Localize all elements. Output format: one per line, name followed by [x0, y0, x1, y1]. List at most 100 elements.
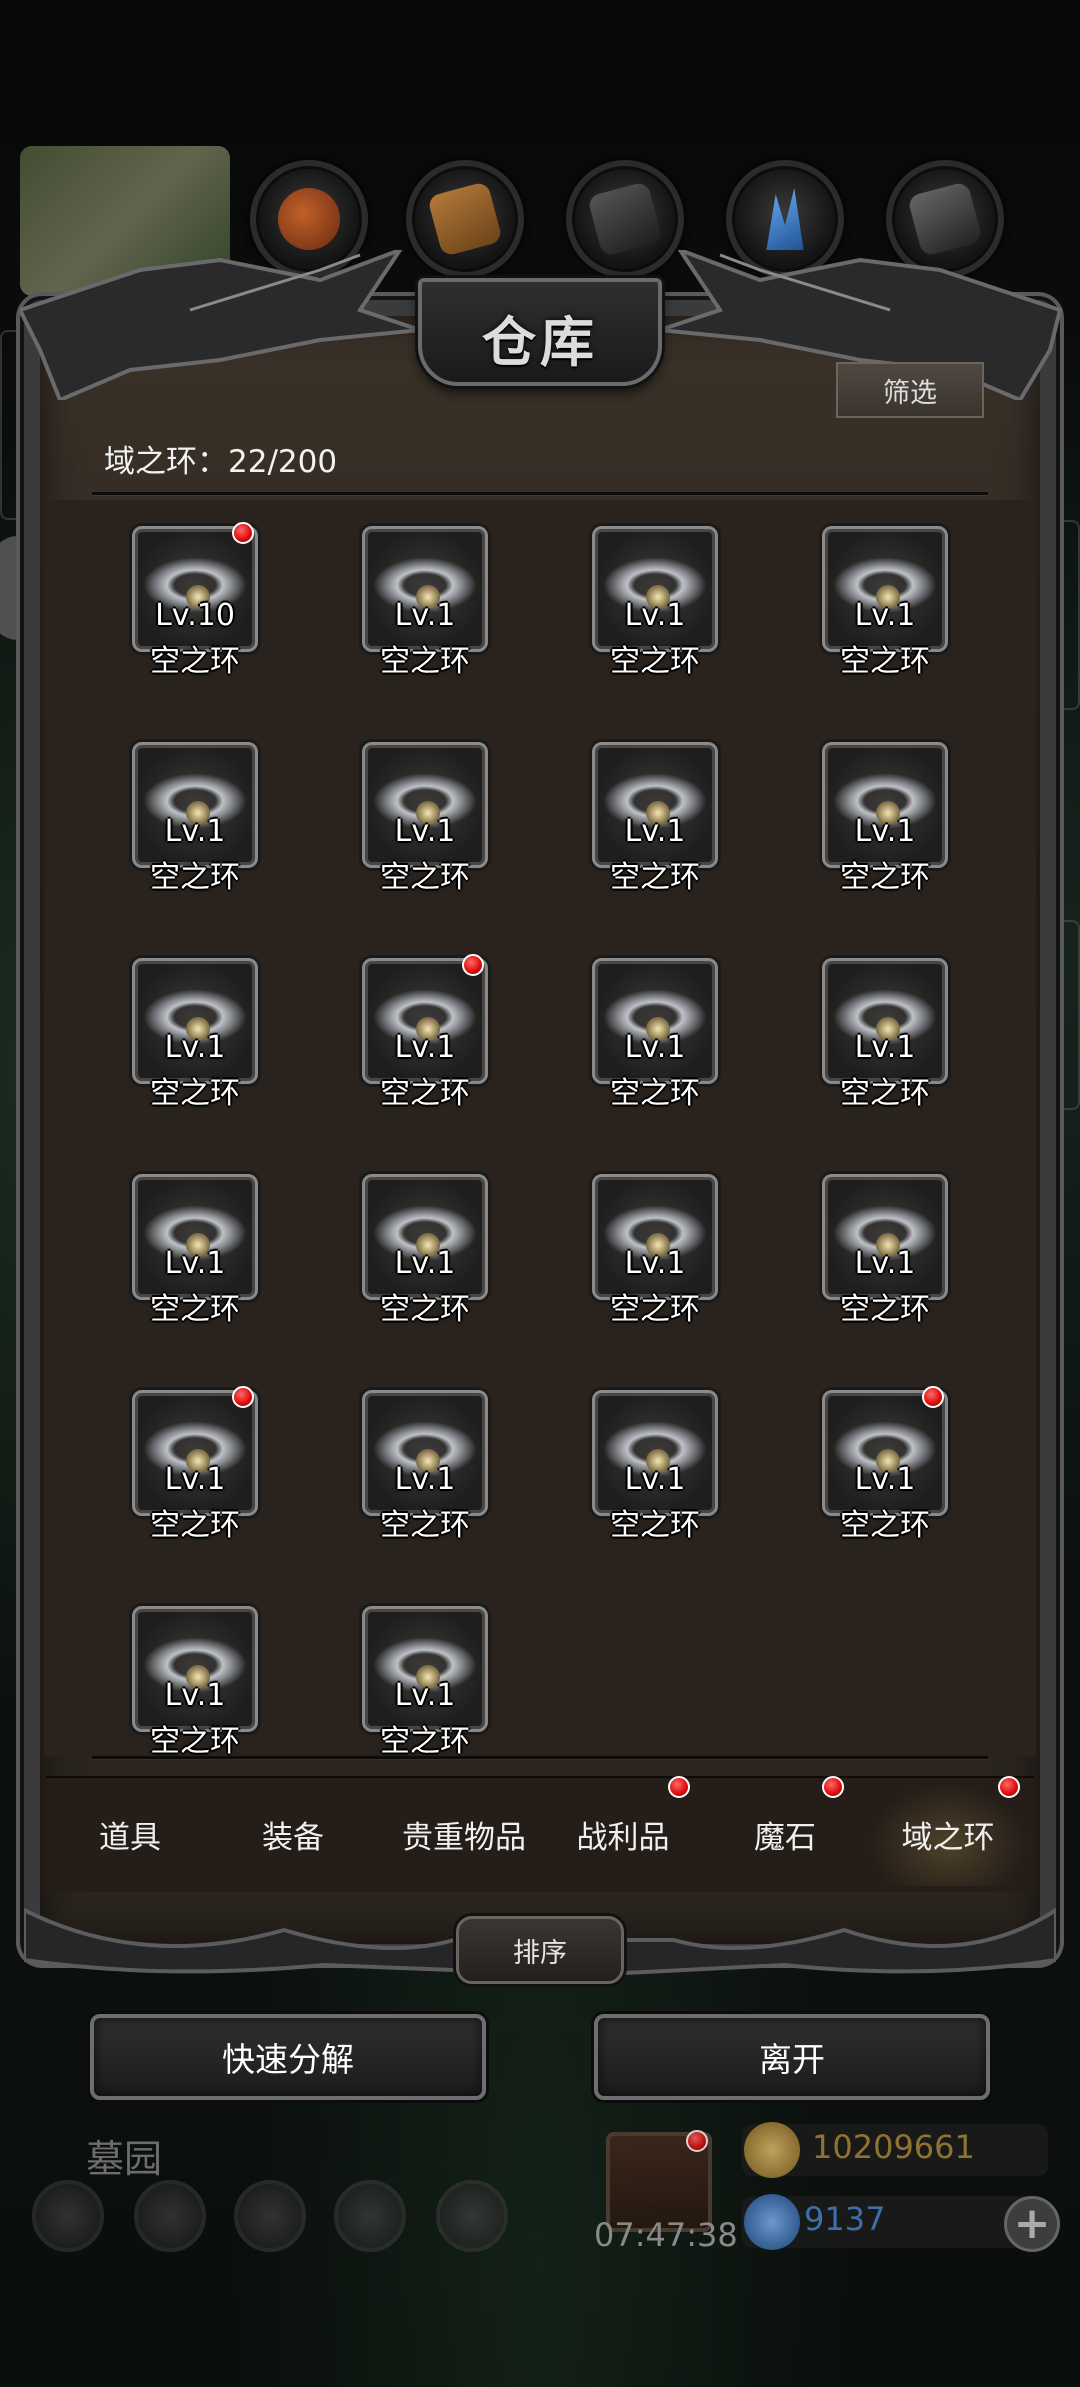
item-slot[interactable]: Lv.1 空之环: [362, 1390, 488, 1543]
item-level: Lv.1: [624, 598, 686, 633]
item-slot[interactable]: Lv.1 空之环: [592, 1390, 718, 1543]
item-level: Lv.1: [164, 1246, 226, 1281]
item-slot[interactable]: Lv.10 空之环: [132, 522, 258, 679]
ring-icon: [822, 958, 948, 1084]
item-slot[interactable]: Lv.1 空之环: [132, 1174, 258, 1327]
item-slot[interactable]: Lv.1 空之环: [132, 958, 258, 1111]
item-slot[interactable]: Lv.1 空之环: [132, 1386, 258, 1543]
item-name: 空之环: [380, 644, 470, 679]
item-level: Lv.1: [624, 1246, 686, 1281]
tab-0[interactable]: 道具: [60, 1782, 200, 1886]
divider-top: [92, 492, 988, 495]
tab-label: 装备: [262, 1819, 324, 1856]
ring-icon: [592, 1390, 718, 1516]
stone-icon[interactable]: [886, 160, 1004, 278]
map-thumbnail[interactable]: [20, 146, 230, 296]
item-name: 空之环: [840, 644, 930, 679]
item-name: 空之环: [380, 1292, 470, 1327]
item-level: Lv.1: [854, 1246, 916, 1281]
tab-label: 道具: [99, 1819, 161, 1856]
item-slot[interactable]: Lv.1 空之环: [362, 742, 488, 895]
shop-icon[interactable]: [436, 2180, 508, 2252]
ring-icon: [822, 742, 948, 868]
tab-badge: [822, 1776, 844, 1798]
side-tab-left: [0, 330, 22, 520]
filter-button[interactable]: 筛选: [836, 362, 984, 418]
item-level: Lv.1: [164, 1030, 226, 1065]
ring-icon: [592, 1174, 718, 1300]
item-name: 空之环: [610, 1076, 700, 1111]
item-name: 空之环: [150, 1508, 240, 1543]
item-slot[interactable]: Lv.1 空之环: [132, 742, 258, 895]
item-grid: [44, 500, 1036, 1756]
new-badge: [232, 1386, 254, 1408]
ring-icon: [132, 1606, 258, 1732]
item-name: 空之环: [150, 644, 240, 679]
item-level: Lv.1: [394, 1678, 456, 1713]
item-level: Lv.1: [624, 1462, 686, 1497]
item-name: 空之环: [610, 860, 700, 895]
item-name: 空之环: [380, 1724, 470, 1759]
ring-icon: [362, 1606, 488, 1732]
item-level: Lv.1: [624, 814, 686, 849]
item-slot[interactable]: Lv.1 空之环: [822, 1174, 948, 1327]
ring-icon: [822, 1390, 948, 1516]
rank-icon[interactable]: [234, 2180, 306, 2252]
new-badge: [462, 954, 484, 976]
gold-coin-icon: [744, 2122, 800, 2178]
gold-amount: 10209661: [812, 2128, 975, 2166]
quick-decompose-button[interactable]: 快速分解: [90, 2014, 486, 2100]
tab-badge: [668, 1776, 690, 1798]
tab-5[interactable]: 域之环: [868, 1782, 1028, 1886]
item-name: 空之环: [150, 1724, 240, 1759]
tab-badge: [998, 1776, 1020, 1798]
item-name: 空之环: [380, 860, 470, 895]
item-slot[interactable]: Lv.1 空之环: [362, 954, 488, 1111]
item-name: 空之环: [610, 1292, 700, 1327]
item-level: Lv.1: [394, 598, 456, 633]
gift-badge: [686, 2130, 708, 2152]
item-level: Lv.1: [394, 1246, 456, 1281]
ring-icon: [132, 526, 258, 652]
item-level: Lv.1: [854, 598, 916, 633]
iron-icon[interactable]: [566, 160, 684, 278]
item-slot[interactable]: Lv.1 空之环: [822, 958, 948, 1111]
ring-icon: [362, 742, 488, 868]
ring-icon: [132, 958, 258, 1084]
tab-2[interactable]: 贵重物品: [386, 1782, 542, 1886]
item-name: 空之环: [380, 1508, 470, 1543]
item-slot[interactable]: Lv.1 空之环: [592, 958, 718, 1111]
item-name: 空之环: [840, 1076, 930, 1111]
item-level: Lv.1: [394, 1462, 456, 1497]
crystal-icon[interactable]: [726, 160, 844, 278]
gem-icon: [744, 2194, 800, 2250]
tab-1[interactable]: 装备: [218, 1782, 368, 1886]
item-slot[interactable]: Lv.1 空之环: [592, 1174, 718, 1327]
mail-icon[interactable]: [334, 2180, 406, 2252]
location-label: 墓园: [86, 2137, 163, 2181]
sort-button[interactable]: 排序: [456, 1916, 624, 1984]
item-level: Lv.1: [394, 1030, 456, 1065]
item-slot[interactable]: Lv.1 空之环: [822, 742, 948, 895]
item-slot[interactable]: Lv.1 空之环: [822, 1386, 948, 1543]
meat-icon[interactable]: [250, 160, 368, 278]
settings-icon[interactable]: [32, 2180, 104, 2252]
divider-bottom: [92, 1756, 988, 1759]
item-level: Lv.1: [164, 1462, 226, 1497]
item-slot[interactable]: Lv.1 空之环: [592, 526, 718, 679]
achievement-icon[interactable]: [134, 2180, 206, 2252]
item-name: 空之环: [150, 1076, 240, 1111]
ring-icon: [592, 958, 718, 1084]
item-level: Lv.1: [854, 1462, 916, 1497]
item-slot[interactable]: Lv.1 空之环: [822, 526, 948, 679]
ring-icon: [362, 526, 488, 652]
item-slot[interactable]: Lv.1 空之环: [362, 1174, 488, 1327]
item-slot[interactable]: Lv.1 空之环: [592, 742, 718, 895]
wood-icon[interactable]: [406, 160, 524, 278]
tab-label: 域之环: [901, 1819, 995, 1856]
item-slot[interactable]: Lv.1 空之环: [362, 526, 488, 679]
leave-button[interactable]: 离开: [594, 2014, 990, 2100]
item-level: Lv.1: [854, 814, 916, 849]
item-level: Lv.1: [854, 1030, 916, 1065]
plus-icon[interactable]: +: [1004, 2196, 1060, 2252]
